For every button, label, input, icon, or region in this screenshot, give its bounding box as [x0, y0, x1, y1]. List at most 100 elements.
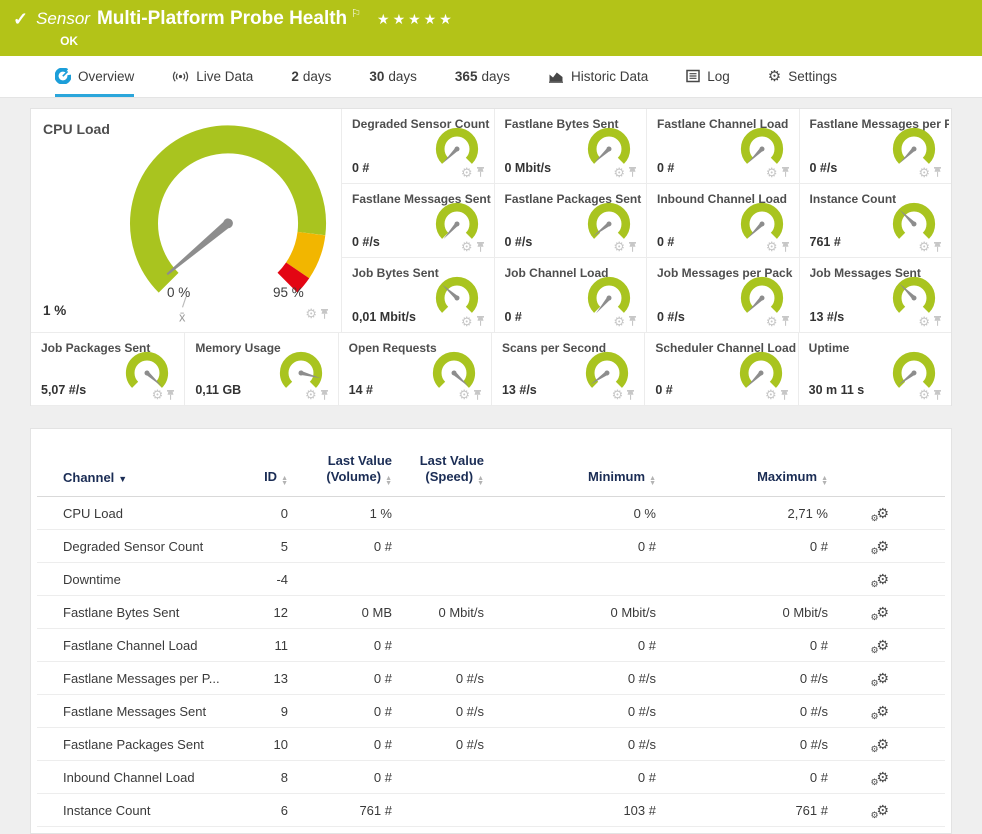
pin-icon[interactable] — [476, 315, 485, 327]
tab-overview[interactable]: Overview — [55, 56, 134, 97]
tab-365-days[interactable]: 365days — [455, 56, 510, 97]
table-row-fastlane-packages-sent[interactable]: Fastlane Packages Sent100 #0 #/s0 #/s0 #… — [37, 728, 945, 761]
gauge-panel-fastlane-messages-sent[interactable]: Fastlane Messages Sent0 #/s⚙ — [341, 184, 494, 259]
gear-icon[interactable]: ⚙ — [613, 315, 625, 328]
table-row-fastlane-messages-sent[interactable]: Fastlane Messages Sent90 #0 #/s0 #/s0 #/… — [37, 695, 945, 728]
gauge-panel-fastlane-messages-per-pack[interactable]: Fastlane Messages per Pack0 #/s⚙ — [799, 109, 952, 184]
col-header-last-value-volume[interactable]: Last Value(Volume)▲▼ — [288, 453, 392, 486]
tab-log[interactable]: Log — [686, 56, 730, 97]
table-row-inbound-channel-load[interactable]: Inbound Channel Load80 #0 #0 #⚙⚙ — [37, 761, 945, 794]
gear-icon[interactable]: ⚙ — [918, 315, 930, 328]
channel-settings-icon[interactable]: ⚙⚙ — [876, 737, 889, 751]
gear-icon[interactable]: ⚙ — [766, 315, 778, 328]
gear-icon[interactable]: ⚙ — [918, 240, 930, 253]
channel-settings-icon[interactable]: ⚙⚙ — [876, 539, 889, 553]
table-row-fastlane-bytes-sent[interactable]: Fastlane Bytes Sent120 MB0 Mbit/s0 Mbit/… — [37, 596, 945, 629]
table-row-instance-count[interactable]: Instance Count6761 #103 #761 #⚙⚙ — [37, 794, 945, 827]
gear-icon[interactable]: ⚙ — [305, 388, 317, 401]
gauge-panel-fastlane-bytes-sent[interactable]: Fastlane Bytes Sent0 Mbit/s⚙ — [494, 109, 647, 184]
pin-icon[interactable] — [320, 389, 329, 401]
col-header-last-value-speed[interactable]: Last Value(Speed)▲▼ — [392, 453, 484, 486]
gauge-panel-fastlane-channel-load[interactable]: Fastlane Channel Load0 #⚙ — [646, 109, 799, 184]
gauge-panel-job-channel-load[interactable]: Job Channel Load0 #⚙ — [494, 258, 647, 333]
channel-settings-icon[interactable]: ⚙⚙ — [876, 671, 889, 685]
table-row-downtime[interactable]: Downtime-4⚙⚙ — [37, 563, 945, 596]
gear-icon[interactable]: ⚙ — [766, 240, 778, 253]
cell-channel[interactable]: Fastlane Channel Load — [63, 638, 243, 653]
channel-settings-icon[interactable]: ⚙⚙ — [876, 572, 889, 586]
gear-icon[interactable]: ⚙ — [305, 307, 317, 320]
channel-settings-icon[interactable]: ⚙⚙ — [876, 704, 889, 718]
pin-icon[interactable] — [780, 389, 789, 401]
gear-icon[interactable]: ⚙ — [461, 315, 473, 328]
tab-historic-data[interactable]: Historic Data — [548, 56, 648, 97]
pin-icon[interactable] — [476, 166, 485, 178]
channel-settings-icon[interactable]: ⚙⚙ — [876, 605, 889, 619]
gear-icon[interactable]: ⚙ — [613, 166, 625, 179]
gauge-panel-uptime[interactable]: Uptime30 m 11 s⚙ — [798, 333, 951, 406]
pin-icon[interactable] — [781, 166, 790, 178]
table-row-cpu-load[interactable]: CPU Load01 %0 %2,71 %⚙⚙ — [37, 497, 945, 530]
cell-channel[interactable]: Degraded Sensor Count — [63, 539, 243, 554]
pin-icon[interactable] — [320, 308, 329, 320]
cell-channel[interactable]: Instance Count — [63, 803, 243, 818]
cell-channel[interactable]: Fastlane Messages Sent — [63, 704, 243, 719]
col-header-id[interactable]: ID▲▼ — [243, 469, 288, 486]
tab-settings[interactable]: ⚙Settings — [768, 56, 837, 97]
pin-icon[interactable] — [628, 315, 637, 327]
gear-icon[interactable]: ⚙ — [766, 166, 778, 179]
gauge-panel-scheduler-channel-load[interactable]: Scheduler Channel Load0 #⚙ — [644, 333, 797, 406]
cell-channel[interactable]: CPU Load — [63, 506, 243, 521]
gear-icon[interactable]: ⚙ — [461, 240, 473, 253]
pin-icon[interactable] — [473, 389, 482, 401]
gear-icon[interactable]: ⚙ — [458, 388, 470, 401]
gauge-panel-job-bytes-sent[interactable]: Job Bytes Sent0,01 Mbit/s⚙ — [341, 258, 494, 333]
flag-icon[interactable]: ⚐ — [351, 8, 361, 20]
pin-icon[interactable] — [933, 315, 942, 327]
pin-icon[interactable] — [781, 241, 790, 253]
col-header-channel[interactable]: Channel▼ — [63, 470, 243, 486]
gauge-panel-job-messages-sent[interactable]: Job Messages Sent13 #/s⚙ — [799, 258, 952, 333]
tab-live-data[interactable]: Live Data — [172, 56, 253, 97]
channel-settings-icon[interactable]: ⚙⚙ — [876, 638, 889, 652]
gauge-panel-job-packages-sent[interactable]: Job Packages Sent5,07 #/s⚙ — [31, 333, 184, 406]
priority-stars[interactable]: ★★★★★ — [377, 11, 455, 27]
cell-channel[interactable]: Fastlane Bytes Sent — [63, 605, 243, 620]
gauge-panel-scans-per-second[interactable]: Scans per Second13 #/s⚙ — [491, 333, 644, 406]
gear-icon[interactable]: ⚙ — [918, 388, 930, 401]
cell-channel[interactable]: Fastlane Messages per P... — [63, 671, 243, 686]
col-header-minimum[interactable]: Minimum▲▼ — [484, 469, 656, 486]
pin-icon[interactable] — [476, 241, 485, 253]
gauge-panel-open-requests[interactable]: Open Requests14 #⚙ — [338, 333, 491, 406]
gear-icon[interactable]: ⚙ — [613, 240, 625, 253]
channel-settings-icon[interactable]: ⚙⚙ — [876, 770, 889, 784]
pin-icon[interactable] — [933, 241, 942, 253]
pin-icon[interactable] — [933, 166, 942, 178]
gauge-panel-inbound-channel-load[interactable]: Inbound Channel Load0 #⚙ — [646, 184, 799, 259]
gauge-panel-cpu-load[interactable]: CPU Load x̄ 0 % 95 % 1 % ⚙ — [31, 109, 341, 333]
cell-channel[interactable]: Inbound Channel Load — [63, 770, 243, 785]
gauge-panel-instance-count[interactable]: Instance Count761 #⚙ — [799, 184, 952, 259]
cell-channel[interactable]: Downtime — [63, 572, 243, 587]
gear-icon[interactable]: ⚙ — [461, 166, 473, 179]
table-row-fastlane-messages-per-p[interactable]: Fastlane Messages per P...130 #0 #/s0 #/… — [37, 662, 945, 695]
cell-channel[interactable]: Fastlane Packages Sent — [63, 737, 243, 752]
gear-icon[interactable]: ⚙ — [152, 388, 164, 401]
pin-icon[interactable] — [628, 241, 637, 253]
gauge-panel-fastlane-packages-sent[interactable]: Fastlane Packages Sent0 #/s⚙ — [494, 184, 647, 259]
pin-icon[interactable] — [628, 166, 637, 178]
pin-icon[interactable] — [781, 315, 790, 327]
pin-icon[interactable] — [626, 389, 635, 401]
col-header-maximum[interactable]: Maximum▲▼ — [656, 469, 828, 486]
tab-2-days[interactable]: 2days — [291, 56, 331, 97]
pin-icon[interactable] — [166, 389, 175, 401]
table-row-degraded-sensor-count[interactable]: Degraded Sensor Count50 #0 #0 #⚙⚙ — [37, 530, 945, 563]
tab-30-days[interactable]: 30days — [369, 56, 417, 97]
channel-settings-icon[interactable]: ⚙⚙ — [876, 803, 889, 817]
gear-icon[interactable]: ⚙ — [612, 388, 624, 401]
pin-icon[interactable] — [933, 389, 942, 401]
gauge-panel-job-messages-per-pack[interactable]: Job Messages per Pack0 #/s⚙ — [646, 258, 799, 333]
gear-icon[interactable]: ⚙ — [918, 166, 930, 179]
gauge-panel-memory-usage[interactable]: Memory Usage0,11 GB⚙ — [184, 333, 337, 406]
gear-icon[interactable]: ⚙ — [765, 388, 777, 401]
